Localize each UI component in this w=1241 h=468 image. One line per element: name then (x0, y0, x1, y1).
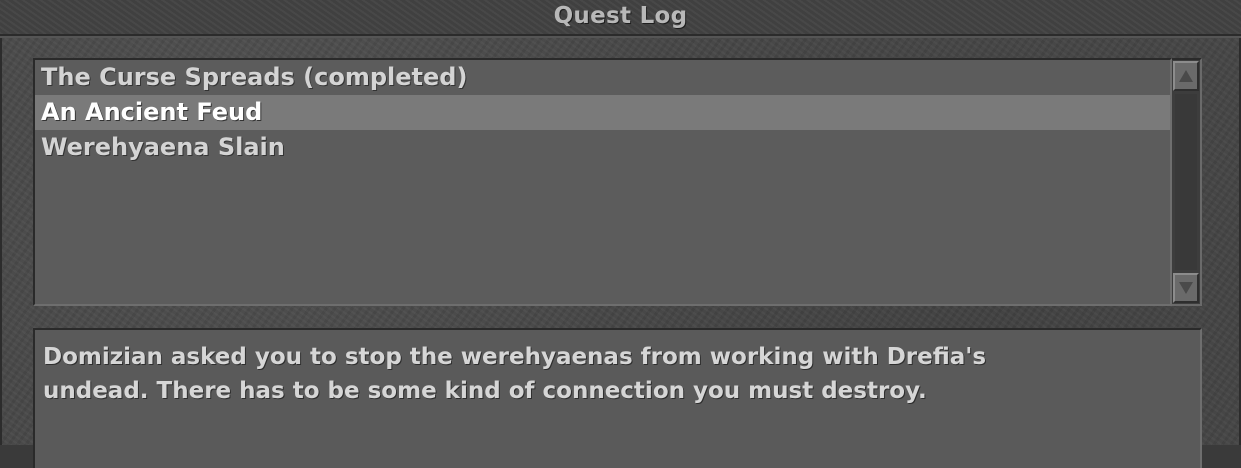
quest-description-text: Domizian asked you to stop the werehyaen… (43, 344, 987, 404)
arrow-down-icon (1179, 282, 1193, 294)
quest-log-window: Quest Log The Curse Spreads (completed) … (0, 0, 1241, 468)
title-divider (0, 36, 1241, 38)
arrow-up-icon (1179, 70, 1193, 82)
quest-item-an-ancient-feud[interactable]: An Ancient Feud (35, 95, 1170, 130)
quest-item-werehyaena-slain[interactable]: Werehyaena Slain (35, 130, 1170, 165)
scroll-down-button[interactable] (1173, 273, 1199, 303)
quest-description-panel: Domizian asked you to stop the werehyaen… (33, 328, 1202, 468)
quest-item-the-curse-spreads[interactable]: The Curse Spreads (completed) (35, 60, 1170, 95)
quest-list-scrollbar[interactable] (1172, 58, 1202, 306)
left-border (0, 38, 2, 445)
quest-list: The Curse Spreads (completed) An Ancient… (33, 58, 1172, 306)
scroll-track[interactable] (1175, 94, 1197, 270)
window-title: Quest Log (553, 3, 688, 29)
title-bar[interactable]: Quest Log (0, 0, 1241, 36)
scroll-up-button[interactable] (1173, 61, 1199, 91)
